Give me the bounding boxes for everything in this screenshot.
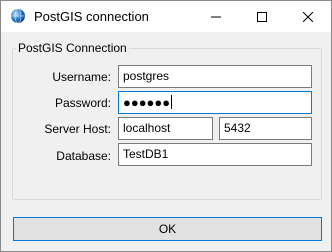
groupbox-title: PostGIS Connection [16,41,129,55]
database-value: TestDB1 [123,147,169,161]
host-value: localhost [123,121,171,135]
close-button[interactable] [285,1,331,32]
port-value: 5432 [224,121,251,135]
text-caret [171,95,173,109]
ok-button-label: OK [158,222,177,236]
maximize-button[interactable] [239,1,285,32]
ok-button[interactable]: OK [13,217,322,241]
window-title: PostGIS connection [34,9,149,24]
username-value: postgres [123,69,170,83]
password-value: ●●●●●● [123,95,171,110]
minimize-button[interactable] [193,1,239,32]
dialog-window: PostGIS connection PostGIS Connection Us… [0,0,332,252]
server-host-label: Server Host: [44,122,111,136]
username-label: Username: [52,70,111,84]
maximize-icon [257,11,267,22]
username-field[interactable]: postgres [118,65,312,88]
password-field[interactable]: ●●●●●● [118,91,312,114]
port-field[interactable]: 5432 [219,117,312,140]
host-field[interactable]: localhost [118,117,213,140]
globe-icon [10,8,26,24]
title-bar[interactable]: PostGIS connection [1,1,331,32]
password-label: Password: [54,96,111,110]
close-icon [303,11,313,22]
minimize-icon [211,16,221,17]
database-label: Database: [56,149,111,163]
database-field[interactable]: TestDB1 [118,143,312,166]
